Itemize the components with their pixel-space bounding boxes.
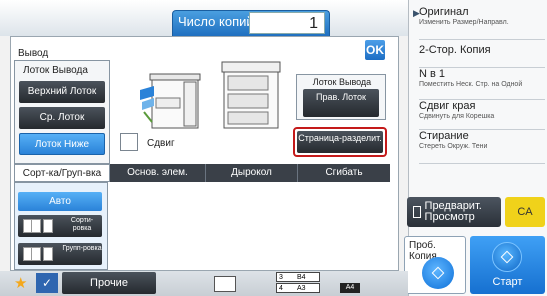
copies-input[interactable]: 1 bbox=[249, 12, 325, 34]
auto-button[interactable]: Авто bbox=[18, 192, 102, 211]
right-tray-button[interactable]: Прав. Лоток bbox=[303, 89, 379, 117]
preview-icon bbox=[413, 206, 421, 218]
separator-page-label: Страница-разделит. bbox=[297, 131, 383, 153]
checkmark-icon[interactable]: ✓ bbox=[36, 273, 58, 293]
printer-illustration-b bbox=[221, 61, 281, 129]
duplex-copy-item[interactable]: 2-Стор. Копия bbox=[419, 44, 545, 68]
page-icon bbox=[31, 247, 41, 261]
output-tray-group: Лоток Вывода Верхний Лоток Ср. Лоток Лот… bbox=[14, 60, 110, 164]
printer-illustration-a bbox=[140, 73, 201, 129]
margin-shift-title: Сдвиг края bbox=[419, 100, 476, 112]
middle-tray-button[interactable]: Ср. Лоток bbox=[19, 107, 105, 129]
page-icon bbox=[31, 219, 41, 233]
copy-settings-screen: Число копий 1 Вывод OK Лоток Вывода Верх… bbox=[0, 0, 547, 296]
trial-copy-button[interactable]: Проб. Копия bbox=[404, 236, 466, 294]
ok-button[interactable]: OK bbox=[365, 40, 385, 60]
n-up-item[interactable]: N в 1 Поместить Неск. Стр. на Одной bbox=[419, 68, 545, 100]
preview-button[interactable]: Предварит. Просмотр bbox=[407, 197, 501, 227]
other-button[interactable]: Прочие bbox=[62, 272, 156, 294]
right-tray-title: Лоток Вывода bbox=[312, 77, 372, 87]
preview-label: Предварит. Просмотр bbox=[424, 200, 482, 223]
trial-start-icon bbox=[422, 257, 454, 289]
lower-tray-button[interactable]: Лоток Ниже bbox=[19, 133, 105, 155]
margin-shift-sub: Сдвинуть для Корешка bbox=[419, 113, 495, 120]
ca-button[interactable]: CA bbox=[505, 197, 545, 227]
n-up-title: N в 1 bbox=[419, 68, 446, 80]
upper-tray-button[interactable]: Верхний Лоток bbox=[19, 81, 105, 103]
right-tray-group: Лоток Вывода Прав. Лоток bbox=[296, 74, 386, 120]
start-icon bbox=[492, 242, 522, 272]
original-sub: Изменить Размер/Направл. bbox=[419, 19, 509, 26]
paper-size-badge: A4 bbox=[340, 283, 360, 293]
output-status-icon bbox=[214, 276, 236, 292]
erase-sub: Стереть Окруж. Тени bbox=[419, 143, 488, 150]
original-title: Оригинал bbox=[419, 6, 469, 18]
page-icon bbox=[43, 219, 53, 233]
tab-basic[interactable]: Основ. элем. bbox=[110, 164, 206, 182]
paper-tray-row: 3 B4 bbox=[276, 272, 320, 282]
tray-size: A3 bbox=[297, 285, 306, 292]
erase-title: Стирание bbox=[419, 130, 469, 142]
page-icon bbox=[43, 247, 53, 261]
tray-size: B4 bbox=[297, 274, 306, 281]
margin-shift-item[interactable]: Сдвиг края Сдвинуть для Корешка bbox=[419, 100, 545, 130]
separator-page-button[interactable]: Страница-разделит. bbox=[293, 127, 387, 157]
erase-item[interactable]: Стирание Стереть Окруж. Тени bbox=[419, 130, 545, 164]
output-title: Вывод bbox=[18, 48, 49, 59]
n-up-sub: Поместить Неск. Стр. на Одной bbox=[419, 81, 523, 88]
copies-label: Число копий bbox=[178, 14, 254, 29]
tray-number: 3 bbox=[279, 274, 283, 281]
shift-checkbox[interactable] bbox=[120, 133, 138, 151]
output-tray-title: Лоток Вывода bbox=[23, 65, 88, 76]
group-button[interactable]: Групп-ровка bbox=[18, 243, 102, 265]
tab-punch[interactable]: Дырокол bbox=[206, 164, 298, 182]
sort-button[interactable]: Сорти-ровка bbox=[18, 215, 102, 237]
start-label: Старт bbox=[492, 276, 523, 288]
paper-tray-row: 4 A3 bbox=[276, 283, 320, 293]
favorite-star-icon[interactable]: ★ bbox=[14, 274, 27, 292]
sort-label: Сорти-ровка bbox=[70, 217, 94, 232]
original-item[interactable]: Оригинал Изменить Размер/Направл. bbox=[419, 6, 545, 40]
start-button[interactable]: Старт bbox=[470, 236, 545, 294]
duplex-copy-title: 2-Стор. Копия bbox=[419, 44, 491, 56]
tab-fold[interactable]: Сгибать bbox=[298, 164, 390, 182]
tab-sort-group[interactable]: Сорт-ка/Груп-вка bbox=[14, 164, 110, 182]
group-label: Групп-ровка bbox=[62, 245, 102, 252]
shift-label: Сдвиг bbox=[147, 138, 175, 149]
tray-number: 4 bbox=[279, 285, 283, 292]
function-tabs: Сорт-ка/Груп-вка Основ. элем. Дырокол Сг… bbox=[14, 164, 390, 182]
